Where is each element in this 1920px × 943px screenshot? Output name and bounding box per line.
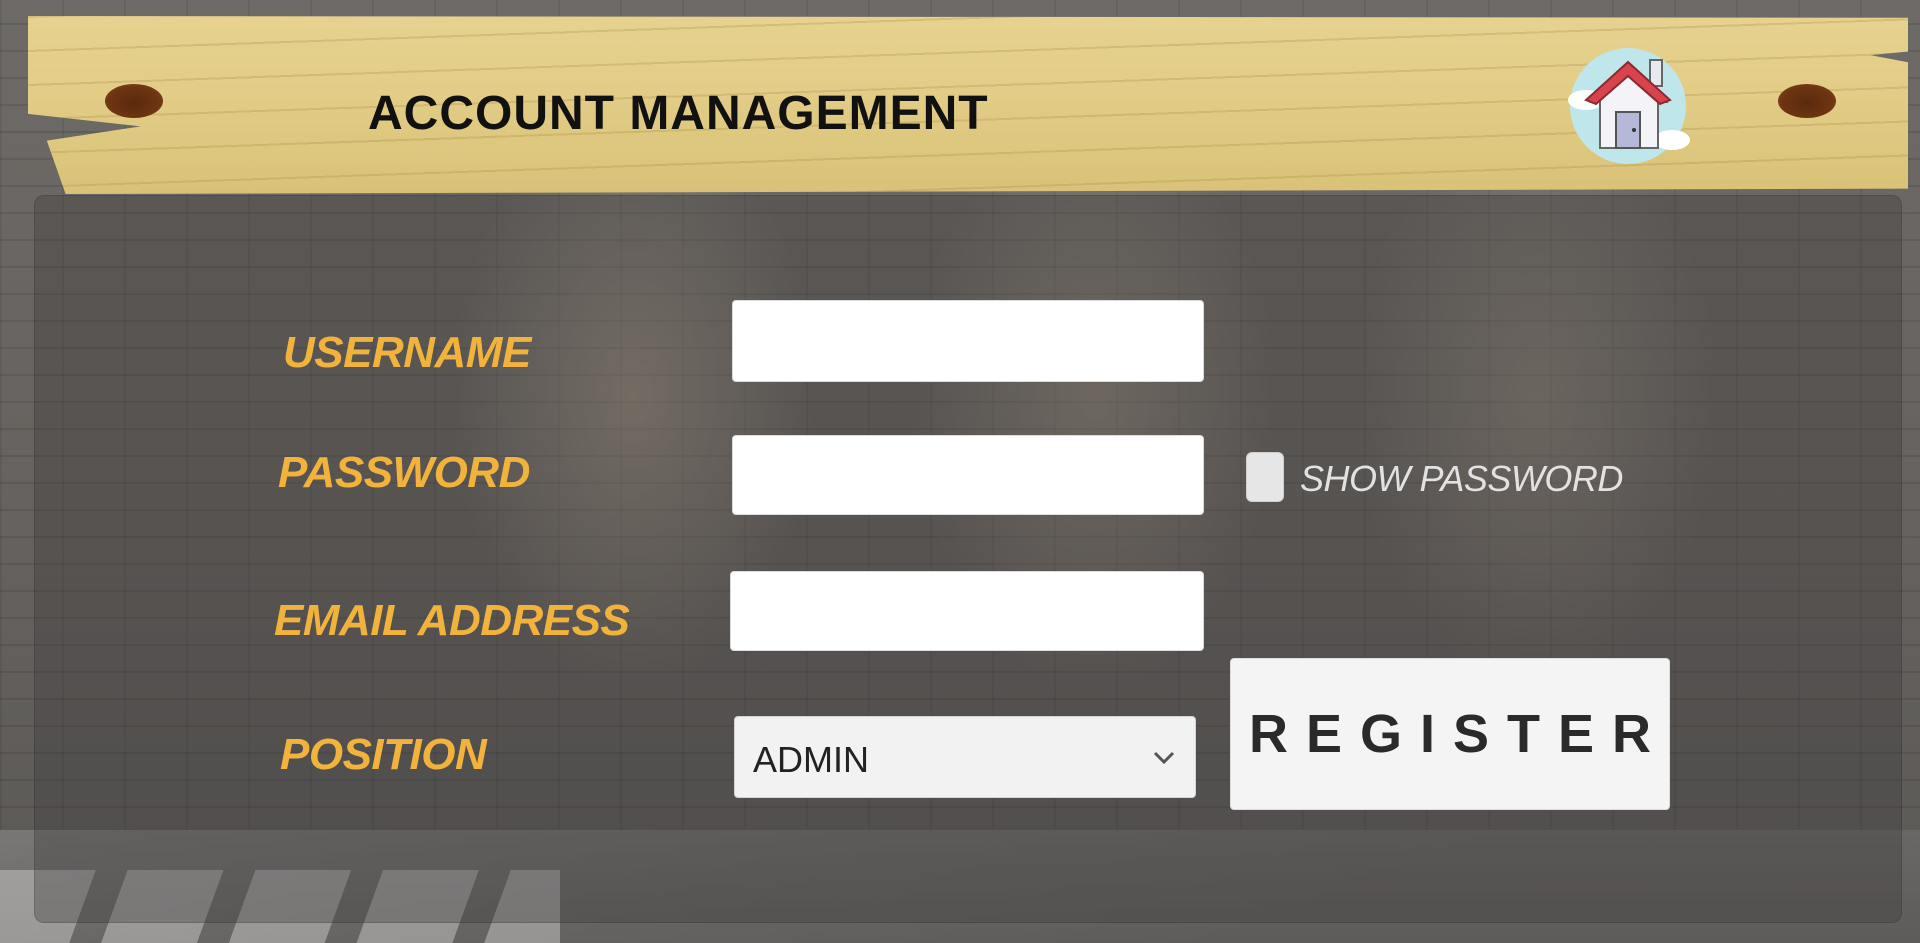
plank-hole-left [105, 84, 163, 118]
email-address-input[interactable] [730, 571, 1204, 651]
chevron-down-icon [1153, 751, 1175, 765]
email-address-label: EMAIL ADDRESS [274, 596, 630, 645]
position-label: POSITION [280, 730, 487, 779]
home-icon [1568, 48, 1690, 164]
plank-hole-right [1778, 84, 1836, 118]
show-password-checkbox[interactable] [1246, 452, 1284, 502]
username-label: USERNAME [283, 328, 531, 377]
password-input[interactable] [732, 435, 1204, 515]
position-select[interactable]: ADMIN [734, 716, 1196, 798]
page-title: ACCOUNT MANAGEMENT [368, 87, 989, 140]
username-input[interactable] [732, 300, 1204, 382]
register-button[interactable]: REGISTER [1230, 658, 1670, 810]
show-password-label: SHOW PASSWORD [1300, 458, 1623, 499]
home-button[interactable] [1562, 40, 1692, 170]
position-select-value: ADMIN [753, 739, 869, 780]
password-label: PASSWORD [278, 448, 530, 497]
